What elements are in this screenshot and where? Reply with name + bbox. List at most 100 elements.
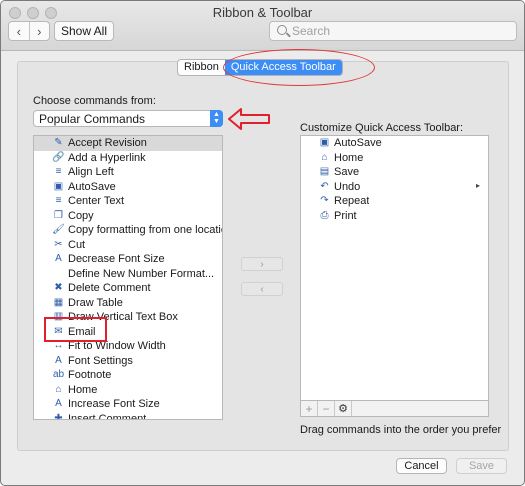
window-title: Ribbon & Toolbar: [212, 5, 313, 20]
undo-icon: ↶: [320, 180, 329, 192]
list-item-label: AutoSave: [334, 137, 382, 150]
decrease-font-icon: A: [55, 253, 62, 265]
list-item-label: Decrease Font Size: [68, 253, 165, 266]
blank-icon: [53, 269, 64, 279]
cancel-button[interactable]: Cancel: [396, 458, 447, 474]
list-item-label: Print: [334, 209, 357, 222]
list-item-label: Save: [334, 166, 360, 179]
annotation-arrow: [228, 108, 270, 130]
qat-list[interactable]: ▣ AutoSave ⌂ Home ▤ Save ↶ Undo ↷ Repeat ⎙ Print: [300, 135, 489, 401]
print-icon: ⎙: [320, 209, 329, 221]
list-item[interactable]: ↶ Undo: [301, 180, 488, 195]
scissors-icon: ✂: [54, 238, 63, 250]
remove-icon[interactable]: −: [318, 401, 335, 416]
repeat-icon: ↷: [320, 195, 329, 207]
list-item[interactable]: A Increase Font Size: [34, 397, 222, 412]
annotation-rectangle: [44, 317, 107, 342]
list-item[interactable]: ab Footnote: [34, 368, 222, 383]
home-icon: ⌂: [321, 151, 328, 163]
search-input[interactable]: [292, 24, 507, 38]
nav-buttons: ‹ ›: [8, 21, 50, 41]
copy-icon: ❐: [54, 209, 63, 221]
list-item[interactable]: 🖌Copy formatting from one location...: [34, 223, 222, 238]
format-painter-icon: 🖌: [52, 224, 65, 236]
list-item-label: Increase Font Size: [68, 398, 160, 411]
updown-chevron-icon: ▲ ▼: [210, 110, 223, 127]
list-item-label: Footnote: [68, 369, 112, 382]
delete-comment-icon: ✖: [54, 282, 63, 294]
footnote-icon: ab: [52, 369, 65, 381]
list-item[interactable]: ⌂ Home: [34, 383, 222, 398]
show-all-button[interactable]: Show All: [54, 21, 114, 41]
commands-list[interactable]: ✎ Accept Revision 🔗 Add a Hyperlink ≡ Align L…: [33, 135, 223, 420]
list-item-label: Center Text: [68, 195, 125, 208]
annotation-ellipse: [223, 49, 375, 86]
list-item[interactable]: ✎ Accept Revision: [34, 136, 222, 151]
list-item[interactable]: ▣ AutoSave: [301, 136, 488, 151]
drag-hint: Drag commands into the order you prefer: [300, 424, 502, 436]
list-item-label: Add a Hyperlink: [68, 151, 146, 164]
list-item[interactable]: ≡ Center Text: [34, 194, 222, 209]
list-item[interactable]: ✚ Insert Comment: [34, 412, 222, 420]
list-item[interactable]: ⌂ Home: [301, 151, 488, 166]
list-item[interactable]: 🔗 Add a Hyperlink: [34, 151, 222, 166]
forward-button[interactable]: ›: [28, 22, 50, 40]
list-item[interactable]: A Font Settings: [34, 354, 222, 369]
qat-toolbar: + − ⚙: [300, 401, 489, 417]
insert-comment-icon: ✚: [54, 412, 63, 420]
list-item-label: Delete Comment: [68, 282, 151, 295]
draw-table-icon: ▦: [53, 296, 64, 308]
add-icon[interactable]: +: [301, 401, 318, 416]
list-item[interactable]: ❐ Copy: [34, 209, 222, 224]
list-item-label: Define New Number Format...: [68, 267, 215, 280]
hyperlink-icon: 🔗: [52, 151, 65, 163]
center-text-icon: ≡: [55, 195, 62, 207]
list-item-label: Align Left: [68, 166, 114, 179]
overflow-arrow-icon: ▸: [476, 181, 481, 190]
font-settings-icon: A: [55, 354, 62, 366]
remove-command-button[interactable]: ‹: [241, 282, 283, 296]
list-item[interactable]: ⎙ Print: [301, 209, 488, 224]
commands-source-dropdown[interactable]: Popular Commands ▲ ▼: [33, 110, 223, 127]
list-item-label: Font Settings: [68, 354, 133, 367]
list-item-label: Accept Revision: [68, 137, 147, 150]
list-item-label: Fit to Window Width: [68, 340, 166, 353]
autosave-icon: ▣: [319, 137, 330, 149]
list-item[interactable]: A Decrease Font Size: [34, 252, 222, 267]
list-item[interactable]: ✖ Delete Comment: [34, 281, 222, 296]
list-item-label: Copy: [68, 209, 94, 222]
increase-font-icon: A: [55, 398, 62, 410]
search-field[interactable]: [269, 21, 517, 41]
list-item-label: AutoSave: [68, 180, 116, 193]
autosave-icon: ▣: [53, 180, 64, 192]
list-item[interactable]: ▤ Save: [301, 165, 488, 180]
fit-width-icon: ↔: [53, 340, 64, 352]
list-item-label: Insert Comment: [68, 412, 147, 420]
list-item[interactable]: ↷ Repeat: [301, 194, 488, 209]
list-item-label: Cut: [68, 238, 86, 251]
list-item-label: Copy formatting from one location...: [68, 224, 222, 237]
choose-commands-label: Choose commands from:: [33, 95, 156, 107]
search-icon: [277, 25, 287, 35]
list-item[interactable]: Define New Number Format...: [34, 267, 222, 282]
list-item[interactable]: ▦ Draw Table: [34, 296, 222, 311]
back-button[interactable]: ‹: [9, 22, 29, 40]
list-item[interactable]: ✂ Cut: [34, 238, 222, 253]
list-item-label: Home: [68, 383, 98, 396]
list-item-label: Repeat: [334, 195, 370, 208]
gear-icon[interactable]: ⚙: [335, 401, 352, 416]
tab-ribbon[interactable]: Ribbon: [178, 60, 225, 75]
home-icon: ⌂: [55, 383, 62, 395]
dropdown-value: Popular Commands: [39, 112, 146, 126]
customize-qat-label: Customize Quick Access Toolbar:: [300, 122, 464, 134]
list-item[interactable]: ▣ AutoSave: [34, 180, 222, 195]
list-item-label: Draw Table: [68, 296, 123, 309]
list-item-label: Undo: [334, 180, 361, 193]
align-left-icon: ≡: [55, 166, 62, 178]
list-item[interactable]: ≡ Align Left: [34, 165, 222, 180]
save-icon: ▤: [319, 166, 330, 178]
add-command-button[interactable]: ›: [241, 257, 283, 271]
title-bar: Ribbon & Toolbar ‹ › Show All: [1, 1, 524, 51]
preferences-window: Ribbon & Toolbar ‹ › Show All Ribbon Qui…: [0, 0, 525, 486]
save-button[interactable]: Save: [456, 458, 507, 474]
